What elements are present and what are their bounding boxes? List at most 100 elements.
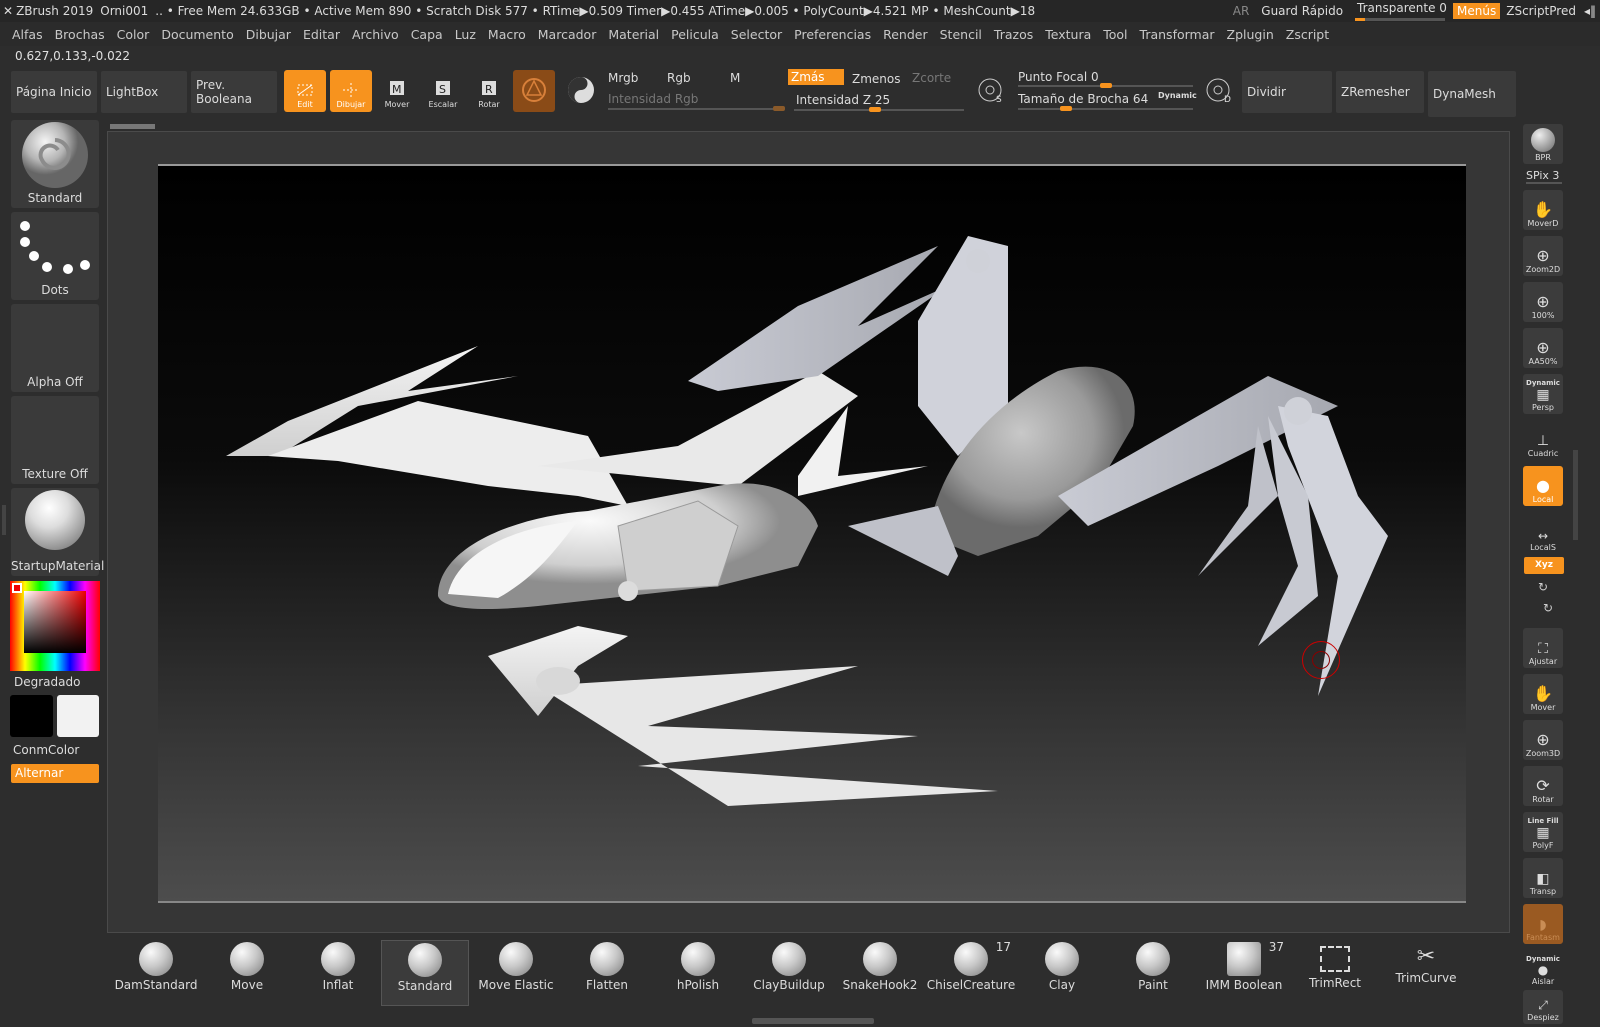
- solo-button[interactable]: Dynamic ● Aislar: [1523, 948, 1563, 988]
- brush-flatten[interactable]: Flatten: [563, 940, 651, 1006]
- window-controls-icon[interactable]: ◂‖: [1584, 4, 1596, 18]
- menu-macro[interactable]: Macro: [482, 27, 532, 42]
- focal-shift-button[interactable]: S: [972, 72, 1010, 110]
- m-button[interactable]: M: [730, 71, 740, 85]
- polyframe-button[interactable]: Line Fill ▦ PolyF: [1523, 812, 1563, 852]
- menu-preferences[interactable]: Preferencias: [788, 27, 877, 42]
- menu-draw[interactable]: Dibujar: [240, 27, 297, 42]
- alpha-selector[interactable]: Alpha Off: [11, 304, 99, 392]
- spix-slider[interactable]: SPix 3: [1526, 169, 1562, 184]
- zcut-button[interactable]: Zcorte: [912, 71, 951, 85]
- scale-button[interactable]: S Escalar: [422, 70, 464, 112]
- menu-marker[interactable]: Marcador: [532, 27, 603, 42]
- menu-file[interactable]: Archivo: [346, 27, 405, 42]
- rgb-intensity-slider[interactable]: [608, 106, 785, 111]
- z-intensity-slider[interactable]: [794, 107, 964, 112]
- brush-move[interactable]: Move: [203, 940, 291, 1006]
- zoom2d-button[interactable]: ⊕ Zoom2D: [1523, 236, 1563, 276]
- brush-hpolish[interactable]: hPolish: [654, 940, 742, 1006]
- ghost-button[interactable]: ◗ Fantasm: [1523, 904, 1563, 944]
- zadd-button[interactable]: Zmás: [788, 69, 844, 85]
- menu-zscript[interactable]: Zscript: [1280, 27, 1335, 42]
- quick-save-button[interactable]: Guard Rápido: [1261, 4, 1343, 18]
- dynamic-subdiv-button[interactable]: D: [1200, 72, 1238, 110]
- main-color-swatch[interactable]: [10, 695, 53, 737]
- left-panel-collapse-handle[interactable]: [2, 505, 6, 535]
- menu-alphas[interactable]: Alfas: [6, 27, 49, 42]
- rgb-button[interactable]: Rgb: [667, 71, 691, 85]
- menu-material[interactable]: Material: [602, 27, 665, 42]
- dynamic-size-toggle[interactable]: Dynamic: [1158, 91, 1197, 100]
- y-rotate-icon[interactable]: ↻: [1538, 580, 1548, 594]
- brush-trimrect[interactable]: TrimRect: [1291, 940, 1379, 1006]
- brush-inflat[interactable]: Inflat: [294, 940, 382, 1006]
- color-picker[interactable]: [10, 581, 100, 671]
- menu-movie[interactable]: Pelicula: [665, 27, 725, 42]
- zoom3d-button[interactable]: ⊕ Zoom3D: [1523, 720, 1563, 760]
- mrgb-button[interactable]: Mrgb: [608, 71, 638, 85]
- menu-light[interactable]: Luz: [449, 27, 482, 42]
- brush-chiselcreature[interactable]: ChiselCreature 17: [927, 940, 1015, 1006]
- local-symmetry-button[interactable]: ↔ LocalS: [1523, 514, 1563, 554]
- brush-imm-boolean[interactable]: IMM Boolean 37: [1200, 940, 1288, 1006]
- home-page-button[interactable]: Página Inicio: [11, 71, 97, 113]
- focal-shift-slider[interactable]: [1018, 83, 1193, 88]
- menu-texture[interactable]: Textura: [1039, 27, 1097, 42]
- lightbox-button[interactable]: LightBox: [101, 71, 187, 113]
- brush-clay[interactable]: Clay: [1018, 940, 1106, 1006]
- zscript-default-button[interactable]: ZScriptPred: [1506, 4, 1576, 18]
- dynamesh-button[interactable]: DynaMesh: [1428, 71, 1516, 117]
- menu-zplugin[interactable]: Zplugin: [1221, 27, 1280, 42]
- right-panel-collapse-handle[interactable]: [1573, 450, 1578, 540]
- menu-stroke[interactable]: Trazos: [988, 27, 1039, 42]
- zremesher-button[interactable]: ZRemesher: [1336, 71, 1424, 113]
- brush-paint[interactable]: Paint: [1109, 940, 1197, 1006]
- perspective-button[interactable]: Dynamic ▦ Persp: [1523, 374, 1563, 414]
- zsub-button[interactable]: Zmenos: [852, 72, 901, 86]
- alternate-button[interactable]: Alternar: [11, 764, 99, 783]
- color-picker-square[interactable]: [24, 591, 86, 653]
- menu-render[interactable]: Render: [877, 27, 934, 42]
- transparency-slider[interactable]: Transparente 0: [1355, 1, 1447, 21]
- menu-brush[interactable]: Brochas: [49, 27, 111, 42]
- brush-selector[interactable]: Standard: [11, 120, 99, 208]
- document-scroll-handle[interactable]: [110, 124, 155, 129]
- bpr-render-button[interactable]: BPR: [1523, 124, 1563, 164]
- aahalf-button[interactable]: ⊕ AA50%: [1523, 328, 1563, 368]
- menu-layer[interactable]: Capa: [405, 27, 449, 42]
- local-button[interactable]: ● Local: [1523, 466, 1563, 506]
- switch-color-button[interactable]: ConmColor: [13, 743, 79, 757]
- brush-claybuildup[interactable]: ClayBuildup: [745, 940, 833, 1006]
- secondary-color-swatch[interactable]: [57, 695, 99, 737]
- gradient-label[interactable]: Degradado: [14, 675, 80, 689]
- gizmo-button[interactable]: [513, 70, 555, 112]
- move-button[interactable]: M Mover: [376, 70, 418, 112]
- xpose-button[interactable]: ⤢ Despiez: [1523, 990, 1563, 1024]
- menu-edit[interactable]: Editar: [297, 27, 346, 42]
- transparency-button[interactable]: ◧ Transp: [1523, 858, 1563, 898]
- floor-button[interactable]: ⊥ Cuadric: [1523, 420, 1563, 460]
- frame-button[interactable]: ⛶ Ajustar: [1523, 628, 1563, 668]
- texture-selector[interactable]: Texture Off: [11, 396, 99, 484]
- sculptris-pro-button[interactable]: [560, 70, 602, 112]
- brush-snakehook2[interactable]: SnakeHook2: [836, 940, 924, 1006]
- live-boolean-button[interactable]: Prev. Booleana: [191, 71, 277, 113]
- scroll-button[interactable]: ✋ MoverD: [1523, 190, 1563, 230]
- menu-document[interactable]: Documento: [155, 27, 239, 42]
- menus-toggle[interactable]: Menús: [1453, 3, 1501, 19]
- bottom-shelf-collapse-handle[interactable]: [752, 1018, 874, 1024]
- brush-move-elastic[interactable]: Move Elastic: [472, 940, 560, 1006]
- move-view-button[interactable]: ✋ Mover: [1523, 674, 1563, 714]
- brush-standard[interactable]: Standard: [381, 940, 469, 1006]
- divide-button[interactable]: Dividir: [1242, 71, 1332, 113]
- z-rotate-icon[interactable]: ↻: [1543, 601, 1553, 615]
- menu-tool[interactable]: Tool: [1097, 27, 1133, 42]
- material-selector[interactable]: StartupMaterial: [11, 488, 104, 576]
- menu-picker[interactable]: Selector: [725, 27, 788, 42]
- stroke-selector[interactable]: Dots: [11, 212, 99, 300]
- actual-size-button[interactable]: ⊕ 100%: [1523, 282, 1563, 322]
- brush-damstandard[interactable]: DamStandard: [112, 940, 200, 1006]
- xyz-rotate-button[interactable]: Xyz: [1524, 557, 1564, 574]
- rotate-view-button[interactable]: ⟳ Rotar: [1523, 766, 1563, 806]
- menu-color[interactable]: Color: [111, 27, 156, 42]
